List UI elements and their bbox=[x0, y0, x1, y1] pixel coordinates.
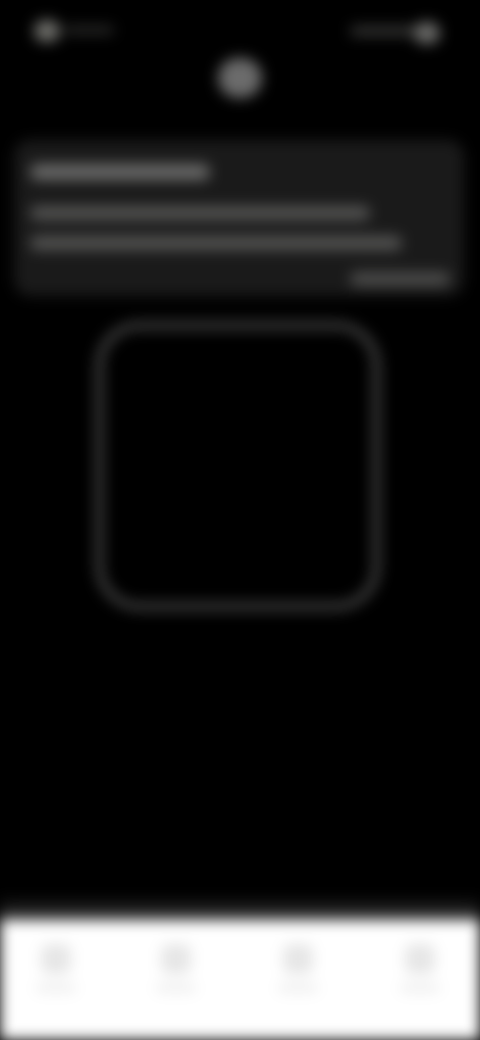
info-card-title bbox=[30, 164, 210, 180]
nav-item-3-label bbox=[278, 984, 318, 992]
nav-item-1-label bbox=[36, 984, 76, 992]
nav-icon-1 bbox=[41, 944, 71, 974]
clock-indicator-icon bbox=[34, 20, 60, 42]
info-card-body-line-1 bbox=[30, 206, 370, 220]
nav-item-2[interactable] bbox=[154, 944, 198, 1004]
camera-scanner-screen bbox=[0, 0, 480, 1040]
signal-wifi-icon bbox=[350, 26, 420, 36]
nav-item-1[interactable] bbox=[34, 944, 78, 1004]
info-card-link[interactable] bbox=[350, 272, 450, 286]
flash-icon[interactable] bbox=[218, 58, 262, 98]
nav-item-3[interactable] bbox=[276, 944, 320, 1004]
scan-frame bbox=[96, 322, 380, 610]
status-bar bbox=[0, 14, 480, 46]
nav-icon-3 bbox=[283, 944, 313, 974]
nav-item-4-label bbox=[400, 984, 440, 992]
status-time bbox=[64, 26, 114, 34]
nav-icon-2 bbox=[161, 944, 191, 974]
battery-icon bbox=[414, 22, 440, 44]
nav-item-4[interactable] bbox=[398, 944, 442, 1004]
nav-item-2-label bbox=[156, 984, 196, 992]
blurred-content bbox=[0, 0, 480, 1040]
info-card-body-line-2 bbox=[30, 236, 402, 250]
nav-icon-4 bbox=[405, 944, 435, 974]
